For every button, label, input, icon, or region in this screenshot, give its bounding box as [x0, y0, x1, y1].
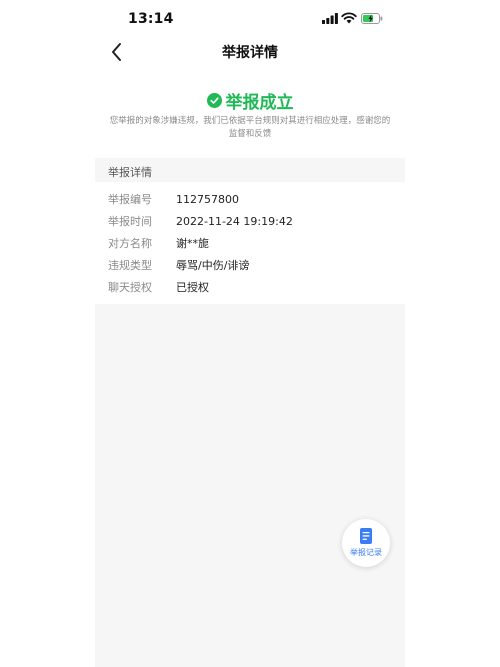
result-title: 举报成立	[225, 93, 294, 113]
detail-value: 谢**旎	[176, 237, 209, 250]
phone-screen: 13:14 举报详情 举报成立 您举报的对象涉嫌违规，我们已依据平台规则对其进行…	[95, 0, 405, 667]
detail-row-report-time: 举报时间 2022-11-24 19:19:42	[95, 210, 405, 232]
detail-value: 辱骂/中伤/诽谤	[176, 259, 250, 272]
report-records-button[interactable]: 举报记录	[342, 519, 390, 567]
detail-label: 对方名称	[108, 237, 152, 250]
detail-value: 112757800	[176, 192, 239, 206]
detail-row-report-id: 举报编号 112757800	[95, 188, 405, 210]
status-time: 13:14	[128, 11, 174, 27]
report-records-label: 举报记录	[350, 548, 382, 557]
detail-row-target-name: 对方名称 谢**旎	[95, 232, 405, 254]
detail-value: 2022-11-24 19:19:42	[176, 214, 293, 228]
detail-row-chat-authorization: 聊天授权 已授权	[95, 276, 405, 298]
detail-value: 已授权	[176, 281, 209, 294]
detail-label: 聊天授权	[108, 281, 152, 294]
result-banner: 举报成立	[95, 88, 405, 113]
details-section-title: 举报详情	[108, 166, 152, 179]
status-bar: 13:14	[95, 0, 405, 40]
detail-label: 举报时间	[108, 215, 152, 228]
detail-label: 举报编号	[108, 193, 152, 206]
details-list: 举报编号 112757800 举报时间 2022-11-24 19:19:42 …	[95, 188, 405, 298]
check-circle-icon	[206, 93, 222, 108]
details-section-header: 举报详情	[95, 158, 405, 182]
content-background	[95, 304, 405, 667]
document-icon	[360, 528, 372, 544]
wifi-icon	[341, 12, 357, 24]
detail-row-violation-type: 违规类型 辱骂/中伤/诽谤	[95, 254, 405, 276]
nav-bar: 举报详情	[95, 36, 405, 68]
page-title: 举报详情	[222, 45, 278, 61]
detail-label: 违规类型	[108, 259, 152, 272]
result-description: 您举报的对象涉嫌违规，我们已依据平台规则对其进行相应处理，感谢您的监督和反馈	[109, 116, 391, 139]
battery-charging-icon	[361, 13, 383, 24]
signal-icon	[322, 13, 338, 24]
